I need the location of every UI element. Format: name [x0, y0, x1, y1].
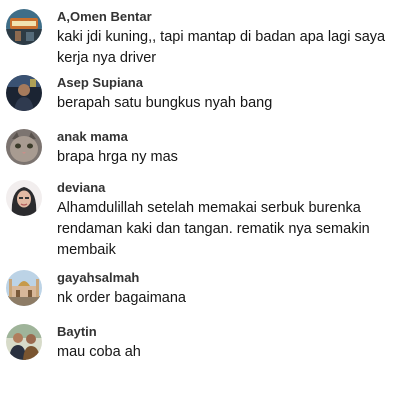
comment-item: anak mama brapa hrga ny mas: [6, 129, 392, 168]
comment-text: berapah satu bungkus nyah bang: [57, 95, 273, 111]
comment-username[interactable]: deviana: [57, 180, 392, 196]
comment-item: Asep Supiana berapah satu bungkus nyah b…: [6, 75, 392, 114]
comment-item: gayahsalmah nk order bagaimana: [6, 270, 392, 309]
avatar[interactable]: [6, 129, 42, 165]
avatar-signboard-photo: [6, 9, 42, 45]
comment-username[interactable]: Asep Supiana: [57, 75, 392, 91]
avatar-mosque-photo: [6, 270, 42, 306]
comment-text: brapa hrga ny mas: [57, 149, 178, 165]
comment-text: Alhamdulillah setelah memakai serbuk bur…: [57, 200, 370, 258]
comment-item: A,Omen Bentar kaki jdi kuning,, tapi man…: [6, 9, 392, 69]
avatar-cat-photo: [6, 129, 42, 165]
avatar-person-night-photo: [6, 75, 42, 111]
avatar-woman-hijab-photo: [6, 180, 42, 216]
avatar[interactable]: [6, 270, 42, 306]
comment-text: kaki jdi kuning,, tapi mantap di badan a…: [57, 29, 386, 66]
comment-username[interactable]: A,Omen Bentar: [57, 9, 392, 25]
avatar[interactable]: [6, 75, 42, 111]
comment-username[interactable]: anak mama: [57, 129, 392, 145]
comment-text: nk order bagaimana: [57, 290, 186, 306]
avatar[interactable]: [6, 9, 42, 45]
comment-username[interactable]: gayahsalmah: [57, 270, 392, 286]
avatar[interactable]: [6, 324, 42, 360]
comment-item: Baytin mau coba ah: [6, 324, 392, 363]
comment-text: mau coba ah: [57, 344, 141, 360]
comment-item: deviana Alhamdulillah setelah memakai se…: [6, 180, 392, 261]
avatar-couple-photo: [6, 324, 42, 360]
comment-username[interactable]: Baytin: [57, 324, 392, 340]
avatar[interactable]: [6, 180, 42, 216]
